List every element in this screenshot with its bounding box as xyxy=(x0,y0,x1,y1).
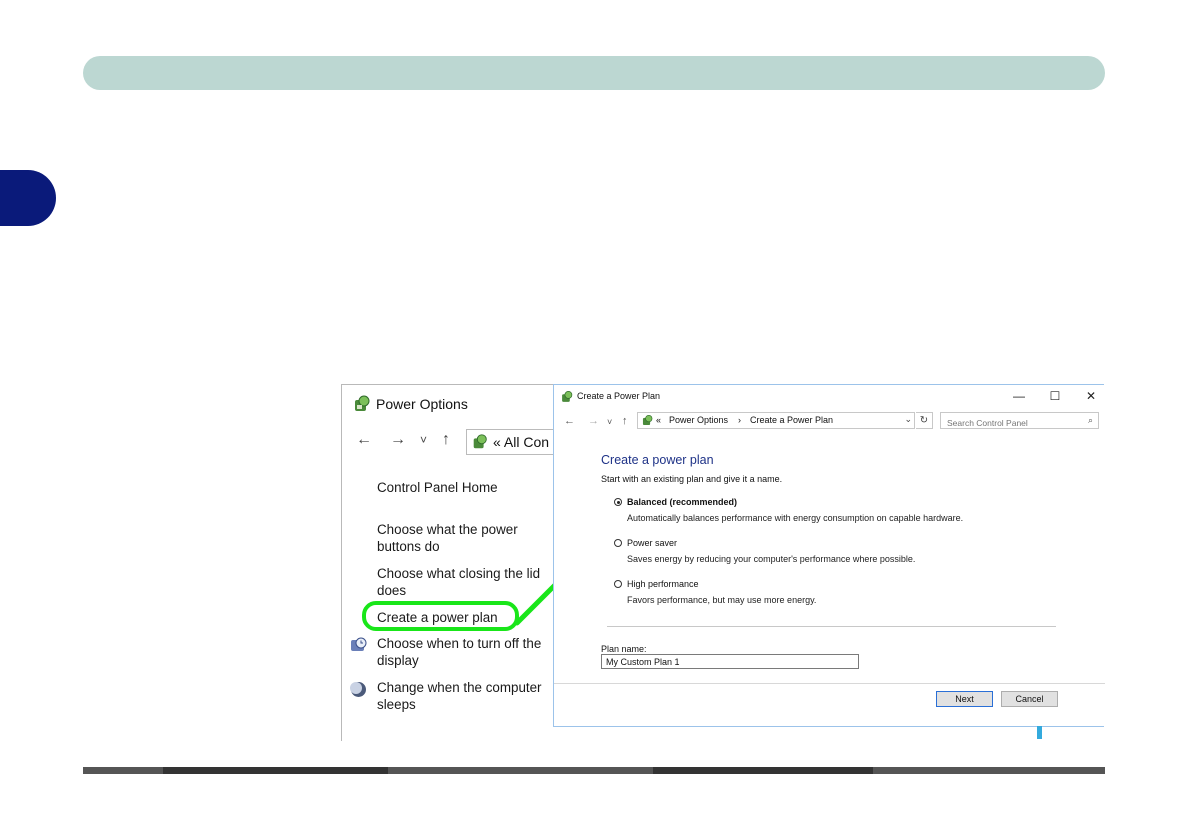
refresh-icon[interactable]: ↻ xyxy=(916,412,933,429)
window-title: Create a Power Plan xyxy=(577,391,661,401)
page-header-bar xyxy=(83,56,1105,90)
page-subtitle: Start with an existing plan and give it … xyxy=(601,474,783,484)
back-arrow-icon[interactable]: ← xyxy=(356,431,372,449)
radio-button[interactable] xyxy=(614,539,622,547)
footer-divider xyxy=(554,683,1105,684)
search-icon[interactable]: ⌕ xyxy=(1088,415,1093,426)
page-title: Create a power plan xyxy=(601,453,714,467)
minimize-button[interactable]: — xyxy=(1009,389,1029,403)
search-box[interactable]: ⌕ xyxy=(940,412,1099,430)
chevron-down-icon[interactable]: ⌄ xyxy=(904,414,912,425)
breadcrumb-prefix: « xyxy=(656,415,662,425)
option-description: Favors performance, but may use more ene… xyxy=(627,595,817,605)
option-name: Power saver xyxy=(627,538,678,548)
back-arrow-icon[interactable]: ← xyxy=(564,415,575,427)
address-text: « All Con xyxy=(493,434,550,450)
forward-arrow-icon[interactable]: → xyxy=(588,415,599,427)
breadcrumb-power-options[interactable]: Power Options xyxy=(669,415,728,425)
option-name: Balanced (recommended) xyxy=(627,497,738,507)
power-options-icon xyxy=(560,390,574,409)
cancel-button[interactable]: Cancel xyxy=(1001,691,1058,707)
window-title: Power Options xyxy=(376,396,468,412)
turn-off-display-link[interactable]: Choose when to turn off the display xyxy=(377,635,556,669)
footer-rule xyxy=(83,767,1105,774)
power-options-icon xyxy=(352,394,372,419)
option-name: High performance xyxy=(627,579,699,589)
control-panel-icon xyxy=(641,414,654,432)
close-button[interactable]: ✕ xyxy=(1081,389,1101,403)
address-bar[interactable]: « Power Options › Create a Power Plan ⌄ xyxy=(637,412,915,429)
radio-button[interactable] xyxy=(614,580,622,588)
option-description: Automatically balances performance with … xyxy=(627,513,964,523)
divider xyxy=(607,626,1056,627)
sleep-moon-icon xyxy=(350,681,367,698)
breadcrumb-separator: › xyxy=(738,415,741,425)
display-clock-icon xyxy=(350,637,367,654)
plan-name-field[interactable] xyxy=(601,654,859,669)
recent-locations-icon[interactable]: ˅ xyxy=(607,417,612,427)
option-description: Saves energy by reducing your computer's… xyxy=(627,554,916,564)
radio-button-selected[interactable] xyxy=(614,498,622,506)
control-panel-home-link[interactable]: Control Panel Home xyxy=(377,479,556,496)
create-power-plan-window: Create a Power Plan — ☐ ✕ ← → ˅ ↑ « Powe… xyxy=(553,384,1105,727)
address-bar[interactable]: « All Con xyxy=(466,429,556,455)
breadcrumb-create-power-plan[interactable]: Create a Power Plan xyxy=(750,415,833,425)
recent-locations-icon[interactable]: ˅ xyxy=(420,433,427,447)
highlight-outline xyxy=(362,601,519,631)
maximize-button[interactable]: ☐ xyxy=(1045,389,1065,403)
forward-arrow-icon[interactable]: → xyxy=(390,431,406,449)
scroll-marker xyxy=(1037,726,1042,739)
chapter-tab xyxy=(0,170,56,226)
up-arrow-icon[interactable]: ↑ xyxy=(442,431,450,449)
up-arrow-icon[interactable]: ↑ xyxy=(622,415,628,427)
search-input[interactable] xyxy=(947,416,1082,430)
next-button[interactable]: Next xyxy=(936,691,993,707)
plan-name-label: Plan name: xyxy=(601,644,647,654)
computer-sleeps-link[interactable]: Change when the computer sleeps xyxy=(377,679,556,713)
control-panel-icon xyxy=(471,433,489,458)
